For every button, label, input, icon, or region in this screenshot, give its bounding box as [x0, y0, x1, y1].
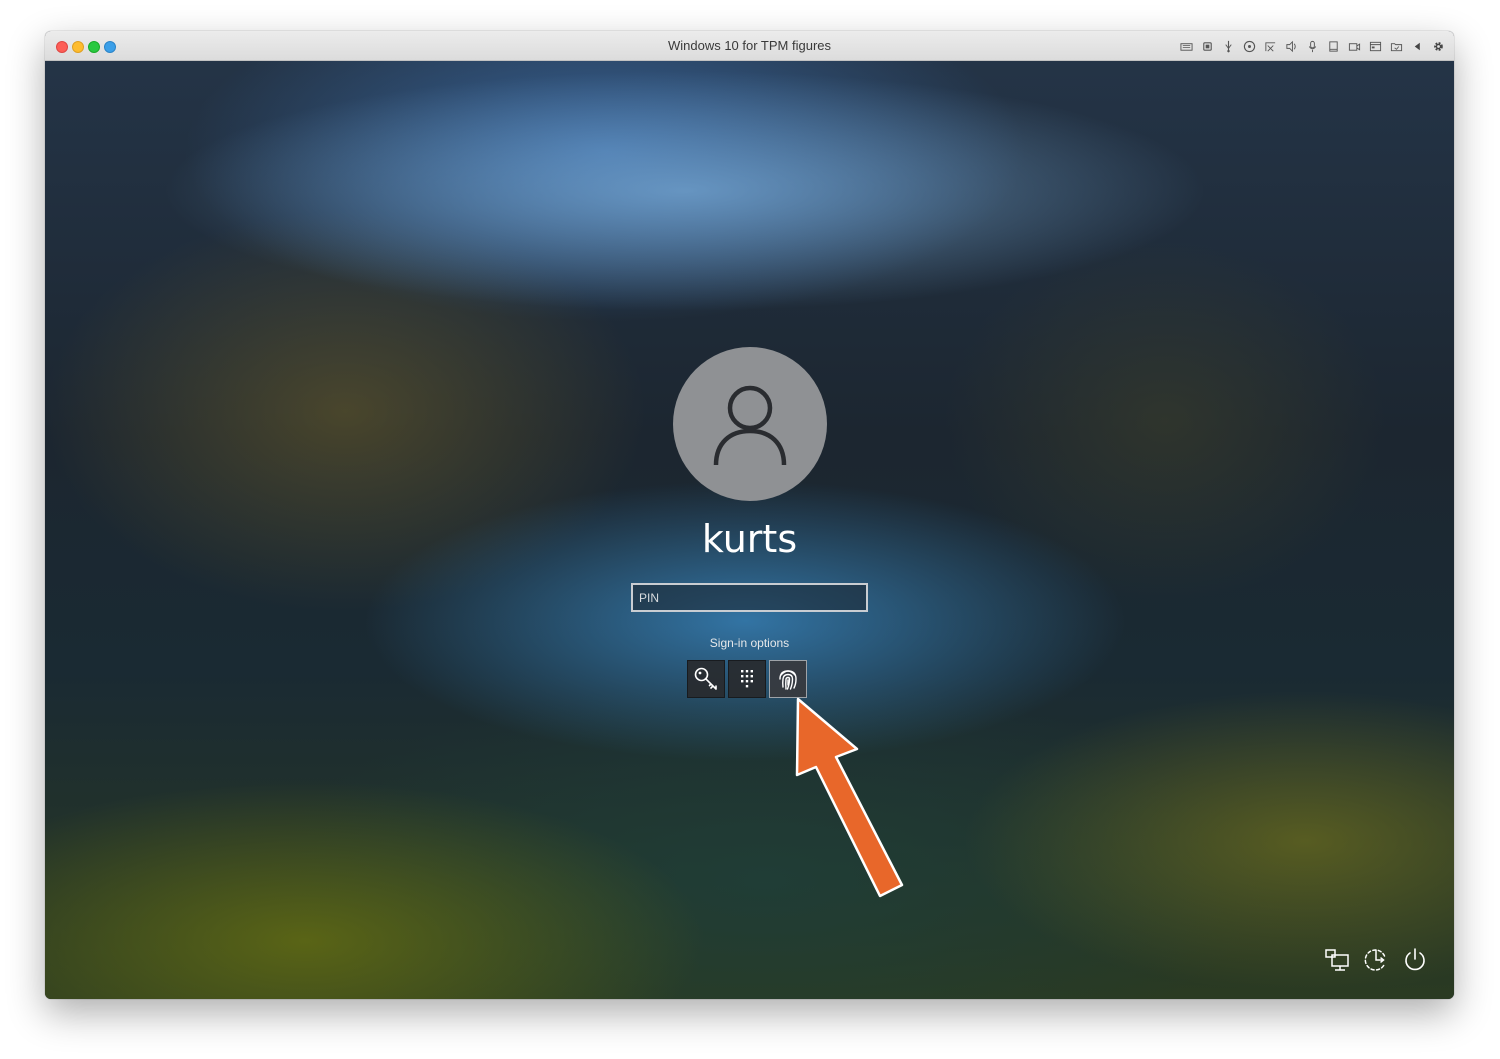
microphone-icon[interactable]: [1305, 39, 1320, 54]
password-key-icon: [694, 667, 717, 690]
camera-icon[interactable]: [1347, 39, 1362, 54]
password-signin-button[interactable]: [687, 660, 725, 698]
vm-window: Windows 10 for TPM figures kurts Sign-in…: [45, 31, 1454, 999]
fingerprint-icon: [779, 670, 797, 690]
ease-of-access-icon: [1364, 949, 1386, 971]
network-icon: [1325, 949, 1349, 971]
sound-icon[interactable]: [1284, 39, 1299, 54]
user-icon: [713, 385, 787, 466]
pin-input[interactable]: [631, 583, 868, 612]
username-label: kurts: [701, 517, 798, 561]
pin-signin-button[interactable]: [728, 660, 766, 698]
keyboard-icon[interactable]: [1179, 39, 1194, 54]
annotation-arrow-shape: [795, 697, 904, 898]
disc-icon[interactable]: [1242, 39, 1257, 54]
annotation-arrow: [795, 697, 904, 898]
usb-icon[interactable]: [1221, 39, 1236, 54]
network-button[interactable]: [1324, 947, 1350, 973]
ease-of-access-button[interactable]: [1363, 947, 1389, 973]
printer-icon[interactable]: [1389, 39, 1404, 54]
signin-options-link[interactable]: Sign-in options: [45, 636, 1454, 650]
windows-login-screen: kurts Sign-in options: [45, 61, 1454, 999]
pin-keypad-icon: [741, 670, 753, 688]
network-icon[interactable]: [1263, 39, 1278, 54]
user-avatar: [673, 347, 827, 501]
shared-folder-icon[interactable]: [1368, 39, 1383, 54]
vm-toolbar: [1179, 38, 1446, 54]
back-arrow-icon[interactable]: [1410, 39, 1425, 54]
cpu-icon[interactable]: [1200, 39, 1215, 54]
power-button[interactable]: [1402, 947, 1428, 973]
title-bar: Windows 10 for TPM figures: [45, 31, 1454, 61]
login-system-buttons: [1324, 947, 1428, 973]
power-icon: [1405, 948, 1425, 971]
device-icon[interactable]: [1326, 39, 1341, 54]
gear-icon[interactable]: [1431, 39, 1446, 54]
